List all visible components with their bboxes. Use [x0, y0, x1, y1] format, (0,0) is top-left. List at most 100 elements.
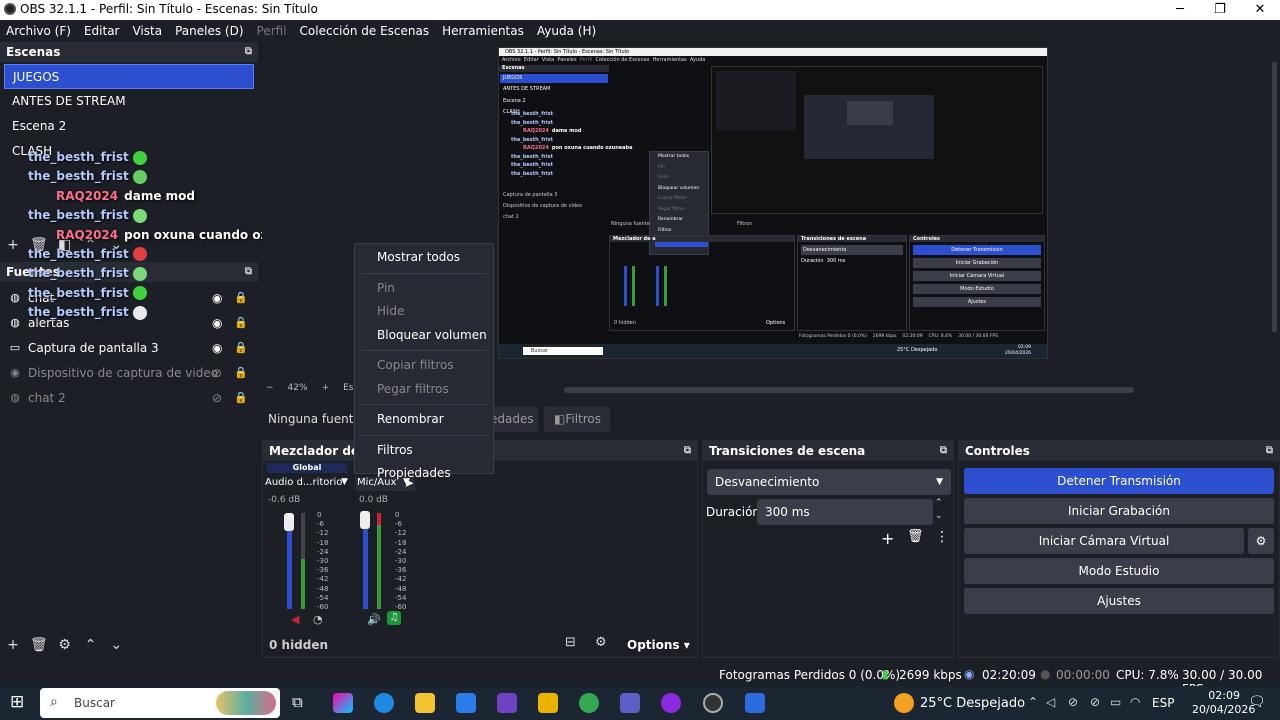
- eye-icon[interactable]: ◉: [212, 341, 222, 355]
- copilot-icon[interactable]: [333, 693, 353, 713]
- obs-taskbar-icon[interactable]: [703, 693, 723, 713]
- menu-coleccion-escenas[interactable]: Colección de Escenas: [300, 24, 430, 38]
- battery-icon[interactable]: ▭: [1110, 695, 1121, 709]
- zoom-in-button[interactable]: +: [322, 383, 330, 393]
- move-down-icon[interactable]: ⌄: [105, 634, 127, 656]
- windows-start-icon[interactable]: ⊞: [10, 692, 24, 712]
- twitch-icon[interactable]: [661, 693, 681, 713]
- preview-canvas[interactable]: OBS 32.1.1 - Perfil: Sin Título - Escena…: [498, 47, 1048, 359]
- channel-1-mute-icon[interactable]: ◀: [291, 613, 299, 626]
- source-item[interactable]: ◍ chat 2 ⊘ 🔒: [0, 385, 258, 410]
- more-options-icon[interactable]: ⋮: [935, 529, 949, 545]
- menu-perfil[interactable]: Perfil: [257, 24, 287, 38]
- add-transition-icon[interactable]: +: [881, 529, 894, 548]
- maximize-button[interactable]: ❐: [1200, 0, 1240, 20]
- chat-message: RAQ2024 pon oxuna cuando ozuneaba: [28, 228, 318, 247]
- file-explorer-icon[interactable]: [415, 693, 435, 713]
- taskbar-search[interactable]: ⌕ Buscar: [40, 688, 280, 718]
- stop-stream-button[interactable]: Detener Transmisión: [964, 468, 1274, 494]
- source-label: Captura de pantalla 3: [28, 340, 159, 355]
- undock-icon[interactable]: ⧉: [1266, 441, 1273, 461]
- scene-item-juegos[interactable]: JUEGOS: [4, 64, 254, 89]
- undock-icon[interactable]: ⧉: [245, 42, 252, 62]
- duration-input[interactable]: 300 ms: [757, 499, 933, 525]
- remove-transition-icon[interactable]: 🗑: [907, 529, 924, 544]
- properties-button[interactable]: edades: [490, 406, 538, 432]
- tray-icon[interactable]: ⊘: [1068, 695, 1078, 709]
- remove-source-icon[interactable]: 🗑: [28, 634, 50, 656]
- menu-ayuda[interactable]: Ayuda (H): [537, 24, 596, 38]
- ctx-mostrar-todos[interactable]: Mostrar todos: [355, 246, 493, 270]
- settings-button[interactable]: Ajustes: [964, 588, 1274, 614]
- source-item[interactable]: ◉ Dispositivo de captura de video ⊘ 🔒: [0, 360, 258, 385]
- language-indicator[interactable]: ESP: [1152, 696, 1174, 710]
- ctx-hide[interactable]: Hide: [355, 300, 493, 324]
- add-source-icon[interactable]: +: [2, 634, 24, 656]
- globe-icon: ◍: [10, 390, 20, 404]
- options-button[interactable]: Options ▾: [627, 638, 690, 652]
- notifications-icon[interactable]: 🗨: [1248, 694, 1266, 710]
- chrome-icon[interactable]: [579, 693, 599, 713]
- ctx-pegar-filtros[interactable]: Pegar filtros: [355, 378, 493, 402]
- channel-1-menu-icon[interactable]: ▼: [341, 477, 348, 487]
- channel-2-scale: 0 -6 -12 -18 -24 -30 -36 -42 -48 -54 -60: [395, 511, 406, 612]
- eye-off-icon[interactable]: ⊘: [212, 391, 222, 405]
- minimize-button[interactable]: ─: [1160, 0, 1200, 20]
- virtual-camera-settings-icon[interactable]: ⚙: [1248, 528, 1274, 554]
- move-up-icon[interactable]: ⌃: [79, 634, 101, 656]
- inner-statusbar: Fotogramas Perdidos 0 (0.0%) 2699 kbps 0…: [799, 334, 998, 339]
- start-recording-button[interactable]: Iniciar Grabación: [964, 498, 1274, 524]
- eye-off-icon[interactable]: ⊘: [212, 366, 222, 380]
- speaker-icon[interactable]: ◁: [1046, 695, 1055, 709]
- undock-icon[interactable]: ⧉: [940, 441, 947, 461]
- wifi-icon[interactable]: ◠: [1130, 695, 1140, 709]
- menu-paneles[interactable]: Paneles (D): [175, 24, 243, 38]
- mixer-settings-icon[interactable]: ⚙: [595, 635, 607, 650]
- app-icon[interactable]: [538, 693, 558, 713]
- lock-icon[interactable]: 🔒: [234, 341, 248, 354]
- close-button[interactable]: ✕: [1240, 0, 1280, 20]
- ctx-pin[interactable]: Pin: [355, 277, 493, 301]
- edge-icon[interactable]: [374, 693, 394, 713]
- add-scene-icon[interactable]: +: [2, 234, 24, 256]
- menu-editar[interactable]: Editar: [84, 24, 120, 38]
- channel-2-mute-icon[interactable]: 🔊: [367, 613, 381, 626]
- channel-2-monitor-icon[interactable]: ♫: [387, 611, 401, 625]
- ctx-filtros[interactable]: Filtros: [355, 439, 493, 463]
- lock-icon[interactable]: 🔒: [234, 391, 248, 404]
- transition-select[interactable]: Desvanecimiento ▼: [707, 469, 951, 495]
- lock-icon[interactable]: 🔒: [234, 366, 248, 379]
- channel-2-fader-handle[interactable]: [360, 511, 370, 529]
- ctx-bloquear-volumen[interactable]: Bloquear volumen: [355, 324, 493, 348]
- source-properties-icon[interactable]: ⚙: [54, 634, 76, 656]
- scene-item-escena-2[interactable]: Escena 2: [4, 114, 254, 139]
- weather-text[interactable]: 25°C Despejado: [920, 696, 1025, 711]
- channel-1-fader-handle[interactable]: [284, 513, 294, 531]
- ctx-propiedades[interactable]: Propiedades: [355, 462, 493, 486]
- menu-vista[interactable]: Vista: [132, 24, 162, 38]
- mail-icon[interactable]: [456, 693, 476, 713]
- mixer-layout-icon[interactable]: ⊟: [565, 635, 576, 650]
- undock-icon[interactable]: ⧉: [684, 441, 691, 461]
- menu-herramientas[interactable]: Herramientas: [442, 24, 524, 38]
- teams-icon[interactable]: [620, 693, 640, 713]
- menu-archivo[interactable]: Archivo (F): [6, 24, 71, 38]
- ctx-renombrar[interactable]: Renombrar: [355, 408, 493, 432]
- tray-chevron-icon[interactable]: ⌃: [1028, 695, 1038, 709]
- ctx-copiar-filtros[interactable]: Copiar filtros: [355, 354, 493, 378]
- filters-button[interactable]: ◧Filtros: [544, 406, 610, 432]
- zoom-out-button[interactable]: −: [266, 383, 274, 393]
- source-item[interactable]: ▭ Captura de pantalla 3 ◉ 🔒: [0, 335, 258, 360]
- preview-hscrollbar[interactable]: [564, 387, 1134, 393]
- app-icon[interactable]: [745, 693, 765, 713]
- scene-item-antes-de-stream[interactable]: ANTES DE STREAM: [4, 89, 254, 114]
- tray-icon[interactable]: ⊘: [1090, 695, 1100, 709]
- start-virtual-camera-button[interactable]: Iniciar Cámara Virtual: [964, 528, 1244, 554]
- studio-mode-button[interactable]: Modo Estudio: [964, 558, 1274, 584]
- task-view-icon[interactable]: ⧉: [292, 693, 303, 711]
- preview-vscrollbar[interactable]: [1272, 62, 1277, 332]
- clock[interactable]: 02:09 20/04/2026: [1192, 689, 1255, 717]
- duration-stepper[interactable]: ⌃ ⌄: [935, 497, 943, 523]
- store-icon[interactable]: [497, 693, 517, 713]
- channel-1-monitor-icon[interactable]: ◔: [313, 613, 323, 626]
